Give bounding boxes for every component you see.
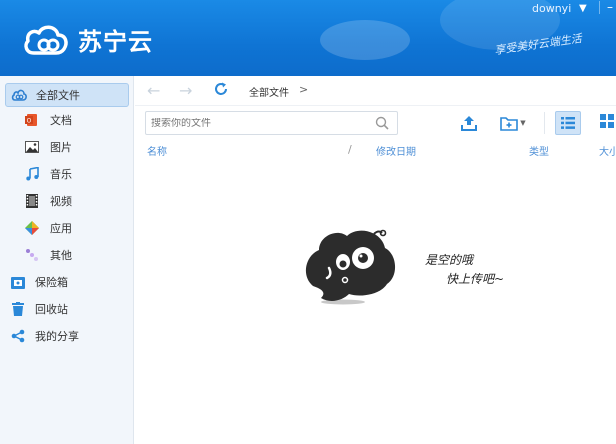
sidebar-item-label: 我的分享: [35, 330, 79, 343]
sidebar-item-trash[interactable]: 回收站: [5, 297, 129, 321]
image-icon: [24, 139, 40, 155]
share-icon: [10, 328, 26, 344]
sidebar-item-label: 其他: [50, 249, 72, 262]
empty-mascot-illustration: [303, 222, 403, 309]
search-input[interactable]: [151, 117, 361, 129]
sidebar-item-all-files[interactable]: 全部文件: [5, 83, 129, 107]
search-box: [145, 111, 398, 135]
sidebar-item-label: 图片: [50, 141, 72, 154]
list-view-button[interactable]: [555, 111, 581, 135]
sidebar-item-documents[interactable]: O 文档: [5, 108, 129, 132]
app-logo: 苏宁云: [22, 22, 153, 57]
other-icon: [24, 247, 40, 263]
trash-icon: [10, 301, 26, 317]
grid-view-icon: [600, 114, 614, 128]
sidebar: 全部文件 O 文档 图片 音乐 视频 应用 其他 保险箱 回收站 我的分享: [0, 76, 134, 444]
grid-view-button[interactable]: [600, 114, 614, 131]
sidebar-item-apps[interactable]: 应用: [5, 216, 129, 240]
upload-button[interactable]: [458, 113, 480, 133]
chevron-down-icon: ▼: [520, 119, 526, 127]
column-name[interactable]: 名称: [147, 143, 167, 158]
list-view-icon: [561, 117, 575, 129]
sidebar-item-label: 音乐: [50, 168, 72, 181]
refresh-icon[interactable]: [213, 81, 229, 100]
app-name: 苏宁云: [78, 28, 153, 56]
breadcrumb-separator: >: [299, 83, 309, 96]
video-icon: [24, 193, 40, 209]
sidebar-item-images[interactable]: 图片: [5, 135, 129, 159]
upload-icon: [461, 116, 477, 131]
column-type[interactable]: 类型: [529, 143, 549, 158]
svg-text:O: O: [27, 118, 32, 125]
back-arrow-icon[interactable]: ←: [147, 81, 160, 100]
app-icon: [24, 220, 40, 236]
minimize-icon[interactable]: –: [607, 0, 613, 14]
sidebar-item-my-shares[interactable]: 我的分享: [5, 324, 129, 348]
breadcrumb[interactable]: 全部文件: [249, 84, 289, 99]
empty-state-message: 是空的哦: [425, 253, 474, 267]
cloud-logo-icon: [24, 25, 68, 55]
navigation-bar: ← → 全部文件 >: [135, 76, 616, 106]
sidebar-item-label: 回收站: [35, 303, 68, 316]
column-modified[interactable]: 修改日期: [376, 143, 416, 158]
header-glow: [320, 20, 410, 60]
divider: [544, 112, 545, 134]
sidebar-item-safe[interactable]: 保险箱: [5, 270, 129, 294]
column-headers: 名称 / 修改日期 类型 大小: [135, 140, 616, 158]
sidebar-item-label: 文档: [50, 114, 72, 127]
sidebar-item-label: 视频: [50, 195, 72, 208]
music-icon: [24, 166, 40, 182]
sidebar-item-label: 应用: [50, 222, 72, 235]
title-bar: 苏宁云 享受美好云端生活 downyi ▼ –: [0, 0, 616, 76]
sidebar-item-label: 保险箱: [35, 276, 68, 289]
new-folder-button[interactable]: ▼: [498, 113, 528, 133]
divider: [599, 1, 600, 14]
forward-arrow-icon[interactable]: →: [179, 81, 192, 100]
sidebar-item-other[interactable]: 其他: [5, 243, 129, 267]
sidebar-item-music[interactable]: 音乐: [5, 162, 129, 186]
empty-state-hint: 快上传吧~: [446, 272, 505, 286]
toolbar: ▼: [135, 106, 616, 140]
dropdown-triangle-icon[interactable]: ▼: [579, 3, 587, 14]
safe-icon: [10, 274, 26, 290]
search-icon[interactable]: [375, 116, 389, 133]
column-size[interactable]: 大小: [599, 143, 616, 158]
document-icon: O: [24, 112, 40, 128]
column-sort-separator: /: [348, 143, 352, 156]
sidebar-item-video[interactable]: 视频: [5, 189, 129, 213]
cloud-icon: [11, 87, 27, 103]
new-folder-icon: [500, 117, 519, 131]
username[interactable]: downyi: [532, 2, 571, 15]
sidebar-item-label: 全部文件: [36, 89, 80, 102]
